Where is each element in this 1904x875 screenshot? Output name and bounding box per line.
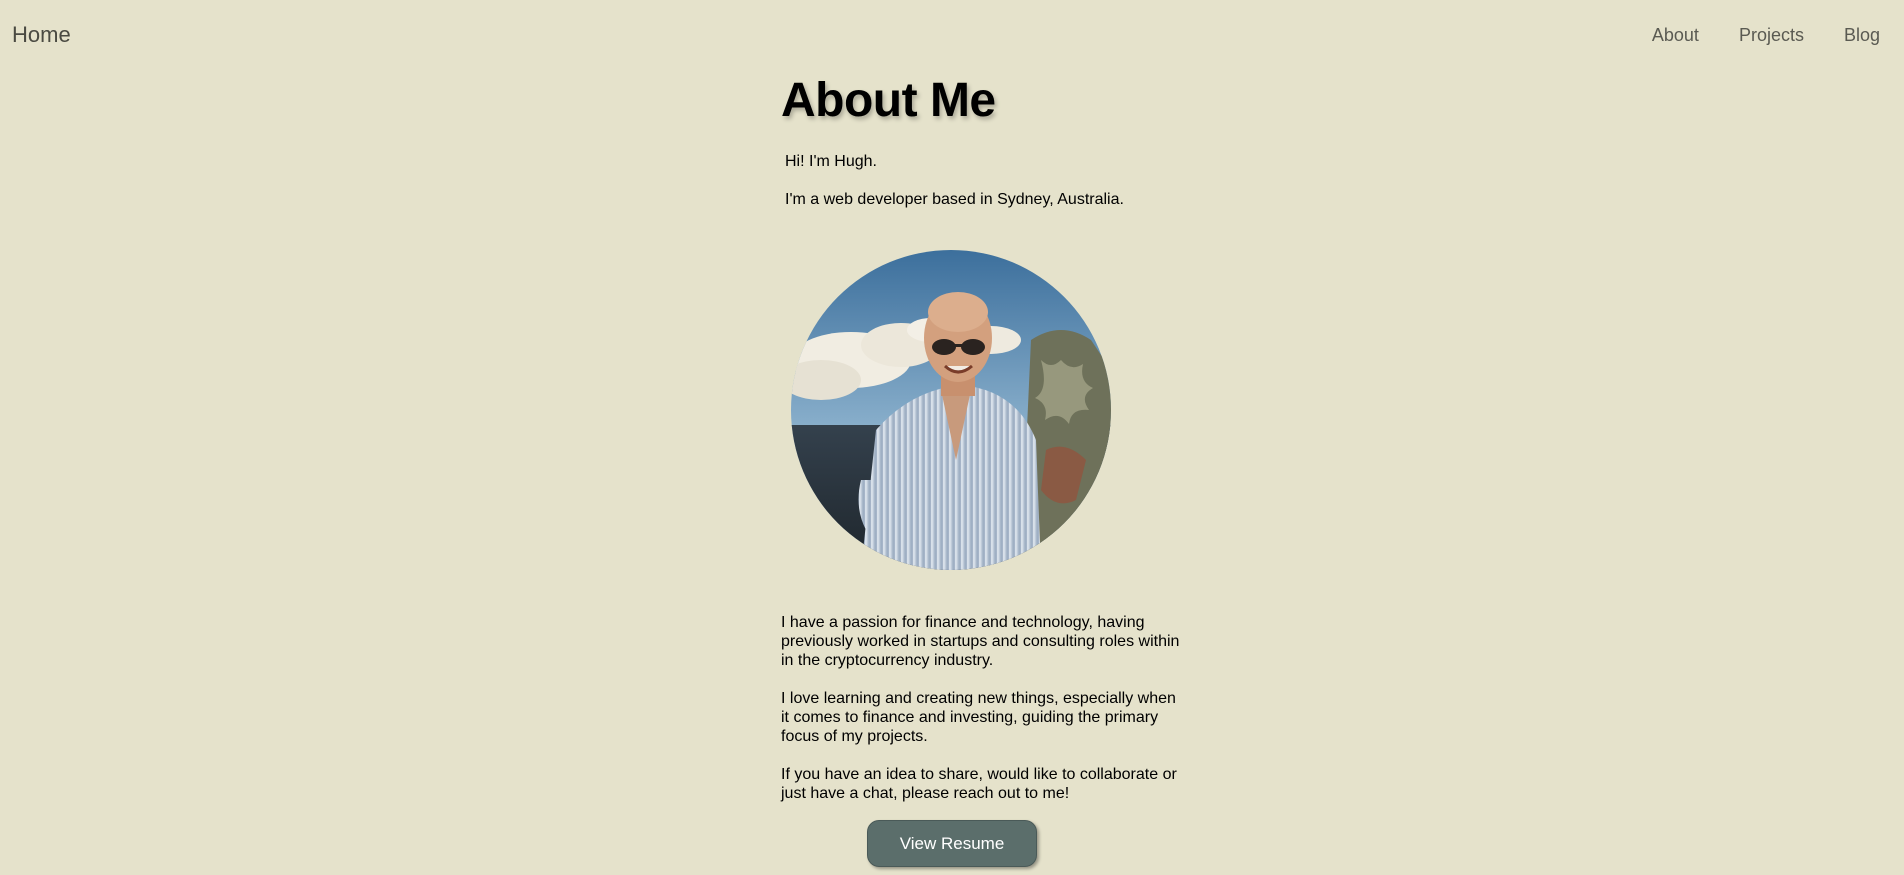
about-section: About Me Hi! I'm Hugh. I'm a web develop… [781, 70, 1181, 867]
intro-location: I'm a web developer based in Sydney, Aus… [785, 191, 1124, 208]
nav-link-blog[interactable]: Blog [1844, 25, 1880, 46]
nav-link-projects[interactable]: Projects [1739, 25, 1804, 46]
profile-photo [791, 250, 1111, 570]
nav-link-about[interactable]: About [1652, 25, 1699, 46]
view-resume-button[interactable]: View Resume [867, 820, 1037, 867]
bio-paragraph: If you have an idea to share, would like… [781, 766, 1177, 802]
bio-paragraph: I have a passion for finance and technol… [781, 614, 1180, 669]
intro-text: Hi! I'm Hugh. I'm a web developer based … [785, 152, 1181, 210]
intro-greeting: Hi! I'm Hugh. [785, 153, 877, 170]
bio-paragraph: I love learning and creating new things,… [781, 690, 1176, 745]
nav-home-link[interactable]: Home [12, 22, 71, 48]
profile-photo-image [791, 250, 1111, 570]
nav-links: About Projects Blog [1652, 25, 1880, 46]
page-title: About Me [781, 74, 996, 127]
bio-text: I have a passion for finance and technol… [781, 613, 1181, 822]
top-nav: Home About Projects Blog [0, 0, 1904, 70]
